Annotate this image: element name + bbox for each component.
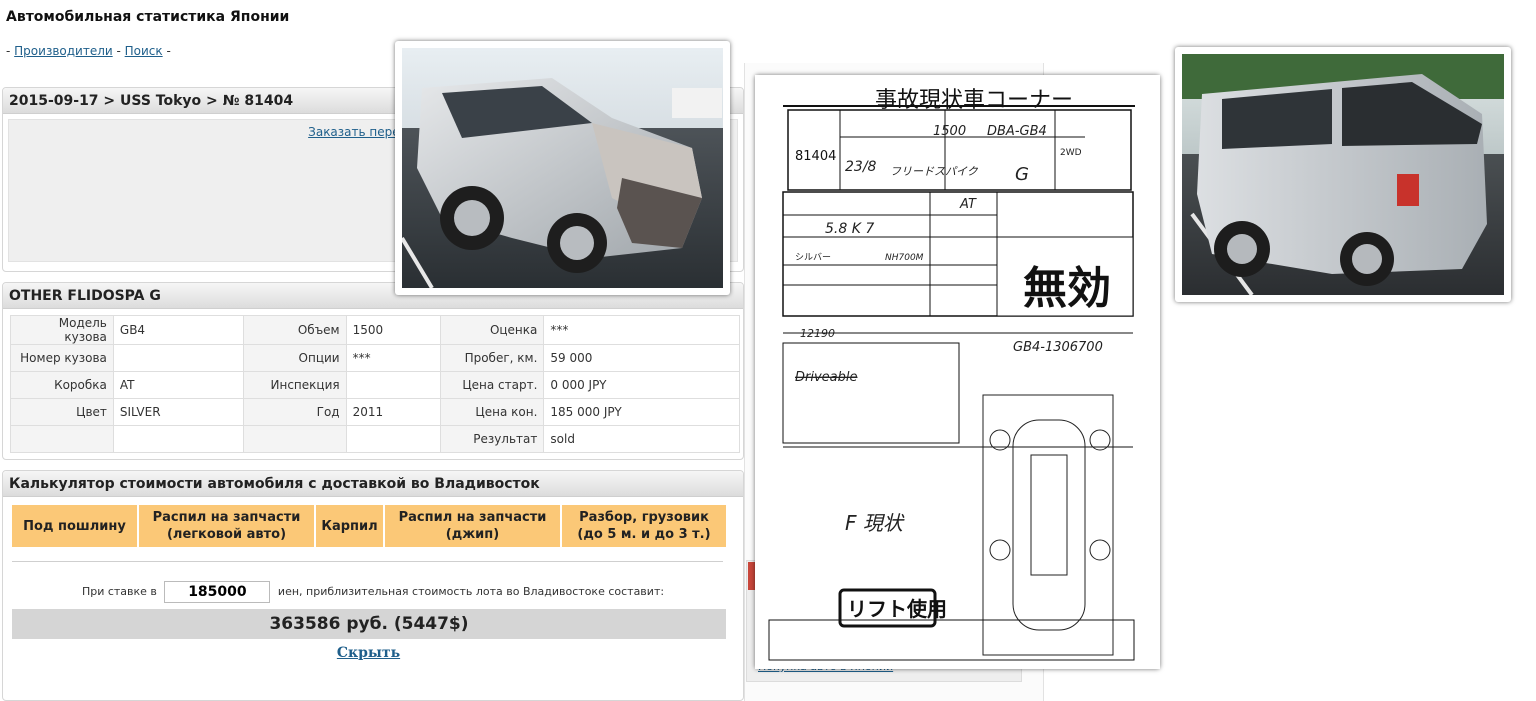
sheet-mileage: 5.8 K 7: [825, 221, 874, 237]
spec-label: Результат: [440, 425, 545, 453]
sheet-color: シルバー: [795, 252, 831, 263]
sheet-note: F 現状: [845, 511, 905, 535]
sheet-recycle: 12190: [800, 327, 835, 340]
spec-value: [345, 371, 442, 399]
sheet-lot-no: 81404: [795, 149, 836, 164]
rate-suffix: иен, приблизительная стоимость лота во В…: [277, 585, 665, 598]
spec-label: Пробег, км.: [440, 344, 545, 372]
table-row: Модель кузова GB4 Объем 1500 Оценка ***: [10, 315, 740, 345]
sheet-frame-no: GB4-1306700: [1013, 340, 1103, 355]
rate-prefix: При ставке в: [81, 585, 157, 598]
calc-option-button[interactable]: Под пошлину: [12, 505, 137, 547]
spec-label: Год: [242, 398, 347, 426]
spec-label: Цвет: [10, 398, 114, 426]
nav-suffix: -: [162, 44, 171, 58]
specs-table: Модель кузова GB4 Объем 1500 Оценка *** Номер …: [10, 315, 740, 453]
car-photo-front[interactable]: [395, 41, 730, 295]
front-damaged-car-photo: [402, 48, 723, 288]
calc-option-button[interactable]: Карпил: [316, 505, 383, 547]
spec-value: AT: [112, 371, 244, 399]
spec-label: [242, 425, 347, 453]
spec-value: [112, 425, 244, 453]
spec-label: Инспекция: [242, 371, 347, 399]
nav-prefix: -: [6, 44, 15, 58]
nav-separator: -: [112, 44, 125, 58]
spec-label: Цена кон.: [440, 398, 545, 426]
spec-label: Цена старт.: [440, 371, 545, 399]
sheet-car-name: フリードスパイク: [890, 165, 979, 178]
car-info-panel: OTHER FLIDOSPA G Модель кузова GB4 Объем 15…: [2, 282, 744, 460]
rear-car-photo: [1182, 54, 1504, 295]
sheet-invalid-stamp: 無効: [1023, 263, 1111, 314]
calc-option-button[interactable]: Разбор, грузовик (до 5 м. и до 3 т.): [562, 505, 726, 547]
sheet-year: 23/8: [845, 159, 877, 175]
table-row: Цвет SILVER Год 2011 Цена кон. 185 000 JPY: [10, 398, 740, 426]
spec-label: Опции: [242, 344, 347, 372]
spec-label: Коробка: [10, 371, 114, 399]
table-row: Коробка AT Инспекция Цена старт. 0 000 JPY: [10, 371, 740, 399]
sheet-displacement: 1500: [933, 124, 966, 139]
spec-value: SILVER: [112, 398, 244, 426]
spec-value: [112, 344, 244, 372]
car-photo-rear[interactable]: [1175, 47, 1511, 302]
divider: [12, 561, 723, 562]
spec-label: Объем: [242, 315, 347, 345]
auction-sheet-image: 事故現状車コーナー 81404 1500 DBA-GB4 23/8 フリードスパ…: [755, 75, 1160, 669]
spec-value: [345, 425, 442, 453]
spec-label: Оценка: [440, 315, 545, 345]
spec-value: sold: [543, 425, 740, 453]
auction-sheet[interactable]: 事故現状車コーナー 81404 1500 DBA-GB4 23/8 フリードスパ…: [755, 75, 1160, 669]
spec-value: 2011: [345, 398, 442, 426]
table-row: Результат sold: [10, 425, 740, 453]
sheet-stamp2: リフト使用: [847, 597, 947, 621]
breadcrumb: - Производители - Поиск -: [6, 44, 171, 58]
calculator-title: Калькулятор стоимости автомобиля с доста…: [3, 471, 743, 497]
sheet-shift: AT: [959, 197, 977, 212]
sheet-model-code: DBA-GB4: [987, 124, 1047, 139]
calc-option-button[interactable]: Распил на запчасти (джип): [385, 505, 560, 547]
spec-value: GB4: [112, 315, 244, 345]
calculator-panel: Калькулятор стоимости автомобиля с доста…: [2, 470, 744, 701]
spec-label: Модель кузова: [10, 315, 114, 345]
nav-link-search[interactable]: Поиск: [125, 44, 163, 58]
nav-link-manufacturers[interactable]: Производители: [14, 44, 113, 58]
sheet-drive: 2WD: [1060, 148, 1082, 158]
hide-calculator-link[interactable]: Скрыть: [337, 645, 400, 661]
table-row: Номер кузова Опции *** Пробег, км. 59 000: [10, 344, 740, 372]
sheet-handwriting: Driveable: [795, 370, 858, 385]
calc-result: 363586 руб. (5447$): [12, 609, 726, 639]
sheet-grade: G: [1015, 164, 1029, 185]
rate-input[interactable]: [164, 581, 271, 603]
spec-value: 59 000: [543, 344, 740, 372]
spec-label: Номер кузова: [10, 344, 114, 372]
rate-row: При ставке в иен, приблизительная стоимо…: [3, 581, 743, 603]
calculator-options: Под пошлину Распил на запчасти (легковой …: [12, 505, 732, 547]
spec-value: 1500: [345, 315, 442, 345]
spec-value: ***: [345, 344, 442, 372]
page-title: Автомобильная статистика Японии: [6, 9, 290, 25]
spec-label: [10, 425, 114, 453]
calc-option-button[interactable]: Распил на запчасти (легковой авто): [139, 505, 314, 547]
spec-value: ***: [543, 315, 740, 345]
spec-value: 0 000 JPY: [543, 371, 740, 399]
spec-value: 185 000 JPY: [543, 398, 740, 426]
sheet-color-no: NH700M: [885, 253, 924, 263]
